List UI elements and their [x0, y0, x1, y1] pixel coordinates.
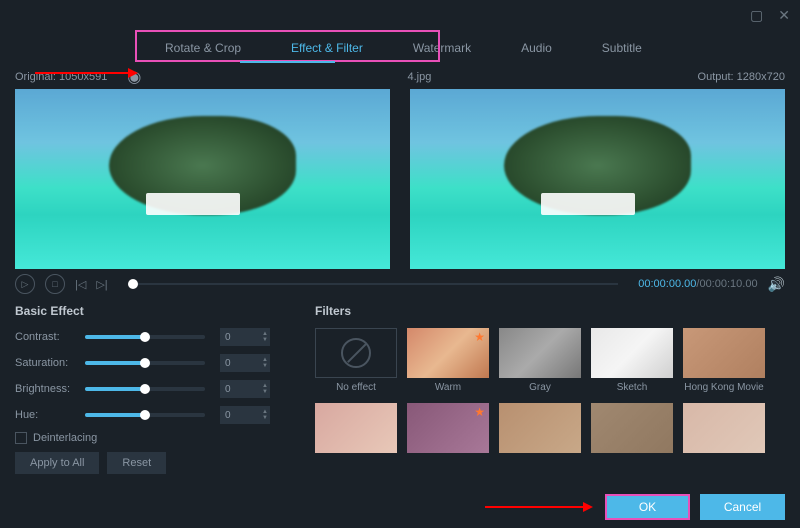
filters-title: Filters	[315, 304, 785, 318]
hue-slider[interactable]	[85, 413, 205, 417]
tab-underline	[240, 61, 335, 63]
output-size-label: Output: 1280x720	[698, 71, 785, 83]
brightness-spinner[interactable]: 0▲▼	[220, 380, 270, 398]
annotation-arrow	[35, 72, 130, 74]
filter-label: No effect	[336, 382, 376, 393]
filter-thumb[interactable]	[499, 403, 581, 453]
tab-effect-filter[interactable]: Effect & Filter	[266, 33, 388, 63]
volume-icon[interactable]: 🔊	[768, 276, 785, 293]
current-time: 00:00:00.00	[638, 278, 696, 290]
tab-audio[interactable]: Audio	[496, 33, 577, 63]
filter-warm[interactable]: ★	[407, 328, 489, 378]
star-icon: ★	[474, 405, 485, 419]
play-button[interactable]: ▷	[15, 274, 35, 294]
deinterlacing-label: Deinterlacing	[33, 432, 97, 444]
filter-thumb[interactable]	[591, 403, 673, 453]
brightness-label: Brightness:	[15, 383, 85, 395]
cancel-button[interactable]: Cancel	[700, 494, 785, 520]
tab-subtitle[interactable]: Subtitle	[577, 33, 667, 63]
filter-sketch[interactable]	[591, 328, 673, 378]
original-preview	[15, 89, 390, 269]
total-time: /00:00:10.00	[696, 278, 757, 290]
timeline-slider[interactable]	[128, 283, 619, 285]
output-preview	[410, 89, 785, 269]
filter-no-effect[interactable]	[315, 328, 397, 378]
filter-label: Gray	[529, 382, 551, 393]
saturation-spinner[interactable]: 0▲▼	[220, 354, 270, 372]
filter-thumb[interactable]	[315, 403, 397, 453]
contrast-spinner[interactable]: 0▲▼	[220, 328, 270, 346]
apply-all-button[interactable]: Apply to All	[15, 452, 99, 474]
reset-button[interactable]: Reset	[107, 452, 166, 474]
ok-button[interactable]: OK	[605, 494, 690, 520]
tab-watermark[interactable]: Watermark	[388, 33, 496, 63]
stop-button[interactable]: □	[45, 274, 65, 294]
contrast-slider[interactable]	[85, 335, 205, 339]
basic-effect-title: Basic Effect	[15, 304, 295, 318]
filename-label: 4.jpg	[407, 71, 431, 83]
filter-thumb[interactable]	[683, 403, 765, 453]
filter-hong-kong[interactable]	[683, 328, 765, 378]
tab-rotate-crop[interactable]: Rotate & Crop	[140, 33, 266, 63]
filter-thumb[interactable]: ★	[407, 403, 489, 453]
hue-spinner[interactable]: 0▲▼	[220, 406, 270, 424]
filter-label: Sketch	[617, 382, 648, 393]
annotation-arrow	[485, 506, 585, 508]
saturation-slider[interactable]	[85, 361, 205, 365]
saturation-label: Saturation:	[15, 357, 85, 369]
brightness-slider[interactable]	[85, 387, 205, 391]
filter-gray[interactable]	[499, 328, 581, 378]
star-icon: ★	[474, 330, 485, 344]
filter-label: Hong Kong Movie	[684, 382, 764, 393]
hue-label: Hue:	[15, 409, 85, 421]
contrast-label: Contrast:	[15, 331, 85, 343]
filter-label: Warm	[435, 382, 461, 393]
deinterlacing-checkbox[interactable]	[15, 432, 27, 444]
prev-frame-button[interactable]: |◁	[75, 278, 86, 291]
next-frame-button[interactable]: ▷|	[96, 278, 107, 291]
close-icon[interactable]: ✕	[778, 7, 790, 24]
minimize-icon[interactable]: ▢	[750, 7, 763, 24]
